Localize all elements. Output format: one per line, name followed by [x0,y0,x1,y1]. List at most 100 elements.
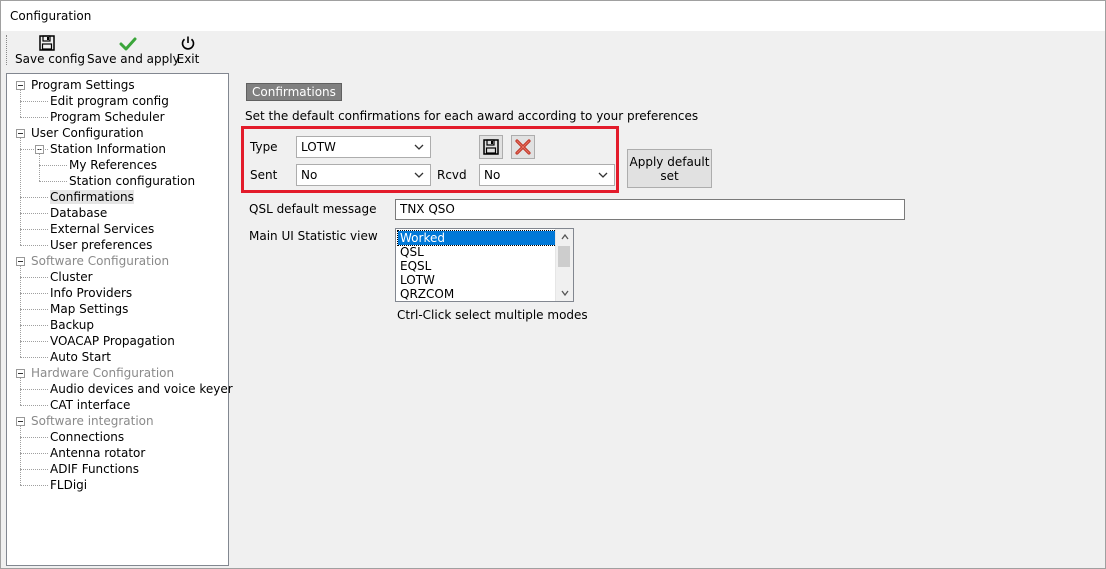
tree-item-label: VOACAP Propagation [50,334,175,348]
tree-item[interactable]: Edit program config [50,93,169,109]
tree-item[interactable]: Cluster [50,269,93,285]
exit-button[interactable]: Exit [175,33,201,69]
scroll-up-button[interactable] [556,229,573,245]
tree-connector [20,325,48,326]
collapse-toggle-icon[interactable] [16,369,25,378]
tree-item[interactable]: Audio devices and voice keyer [50,381,233,397]
type-select[interactable]: LOTW [296,136,431,158]
sent-select[interactable]: No [296,164,431,186]
save-config-label: Save config [15,52,85,66]
tree-item[interactable]: Confirmations [50,189,134,205]
tree-item[interactable]: Info Providers [50,285,132,301]
tree-item-label: FLDigi [50,478,88,492]
apply-default-set-label: Apply default set [629,154,710,183]
tree-item[interactable]: Connections [50,429,124,445]
tree-connector [20,197,48,198]
power-icon [181,36,195,50]
tree-connector [20,357,48,358]
tree-item[interactable]: Hardware Configuration [31,365,174,381]
tree-item[interactable]: Station Information [50,141,166,157]
tree-item[interactable]: User Configuration [31,125,144,141]
qsl-default-message-input[interactable] [396,200,904,218]
tree-item[interactable]: My References [69,157,157,173]
tree-item[interactable]: ADIF Functions [50,461,139,477]
collapse-toggle-icon[interactable] [16,417,25,426]
tree-item[interactable]: Antenna rotator [50,445,145,461]
tree-item-label: Database [50,206,108,220]
tree-item[interactable]: CAT interface [50,397,130,413]
configuration-window: Configuration Save config Save and apply [0,0,1106,569]
type-value: LOTW [301,140,336,154]
tree-connector [20,389,48,390]
list-item[interactable]: Worked [397,230,557,246]
rcvd-select[interactable]: No [479,164,615,186]
tree-item[interactable]: Station configuration [69,173,195,189]
rcvd-value: No [484,168,501,182]
type-label: Type [250,140,278,154]
section-description: Set the default confirmations for each a… [245,109,699,123]
tree-connector [20,213,48,214]
tree-item[interactable]: Program Settings [31,77,135,93]
tree-connector [20,378,21,405]
tree-item-label: Software integration [31,414,154,428]
tree-item-label: Station Information [50,142,166,156]
tree-item-label: CAT interface [50,398,131,412]
statistic-view-list[interactable]: Worked QSL EQSL LOTW QRZCOM [395,228,574,302]
list-item[interactable]: EQSL [398,259,556,273]
scroll-thumb[interactable] [558,246,570,267]
save-set-button[interactable] [479,135,503,159]
tree-item[interactable]: Backup [50,317,94,333]
checkmark-icon [119,37,137,51]
collapse-toggle-icon[interactable] [16,257,25,266]
list-item[interactable]: QRZCOM [398,287,556,301]
tree-item[interactable]: Software Configuration [31,253,169,269]
tree-item-label: Antenna rotator [50,446,146,460]
exit-label: Exit [176,52,200,66]
list-item[interactable]: LOTW [398,273,556,287]
tree-connector [20,485,48,486]
sent-value: No [301,168,318,182]
tree-item-label: Info Providers [50,286,133,300]
tree-connector [39,181,67,182]
toolbar-grip[interactable] [6,35,9,65]
section-title: Confirmations [246,83,342,101]
tree-connector [20,266,21,357]
settings-tree[interactable]: Program Settings Edit program config Progr… [6,73,233,566]
tree-item-label: Confirmations [50,190,134,204]
tree-item[interactable]: Software integration [31,413,154,429]
tree-item-label: External Services [50,222,155,236]
tree-item[interactable]: VOACAP Propagation [50,333,175,349]
save-and-apply-button[interactable]: Save and apply [87,33,180,69]
list-scrollbar[interactable] [555,229,573,301]
tree-connector [20,309,48,310]
chevron-down-icon [414,144,424,150]
tree-item-label: Station configuration [69,174,196,188]
tree-item-label: Auto Start [50,350,111,364]
toolbar: Save config Save and apply Exit [1,31,1105,71]
tree-connector [20,469,48,470]
tree-item[interactable]: Database [50,205,107,221]
qsl-default-message-field[interactable] [395,199,905,220]
tree-item-label: Audio devices and voice keyer [50,382,233,396]
tree-item[interactable]: Map Settings [50,301,128,317]
tree-item[interactable]: Program Scheduler [50,109,165,125]
tree-item[interactable]: External Services [50,221,154,237]
apply-default-set-button[interactable]: Apply default set [627,149,712,188]
tree-item[interactable]: FLDigi [50,477,87,493]
chevron-down-icon [414,172,424,178]
tree-connector [20,453,48,454]
scroll-down-button[interactable] [556,285,573,301]
tree-item[interactable]: Auto Start [50,349,111,365]
collapse-toggle-icon[interactable] [16,81,25,90]
list-item[interactable]: QSL [398,245,556,259]
save-config-button[interactable]: Save config [15,33,85,69]
tree-item[interactable]: User preferences [50,237,152,253]
tree-connector [20,341,48,342]
tree-item-label: Software Configuration [31,254,170,268]
delete-set-button[interactable] [511,135,535,159]
tree-connector [20,437,48,438]
tree-connector [39,154,40,181]
save-and-apply-label: Save and apply [87,52,180,66]
collapse-toggle-icon[interactable] [16,129,25,138]
title-bar: Configuration [1,1,1105,31]
